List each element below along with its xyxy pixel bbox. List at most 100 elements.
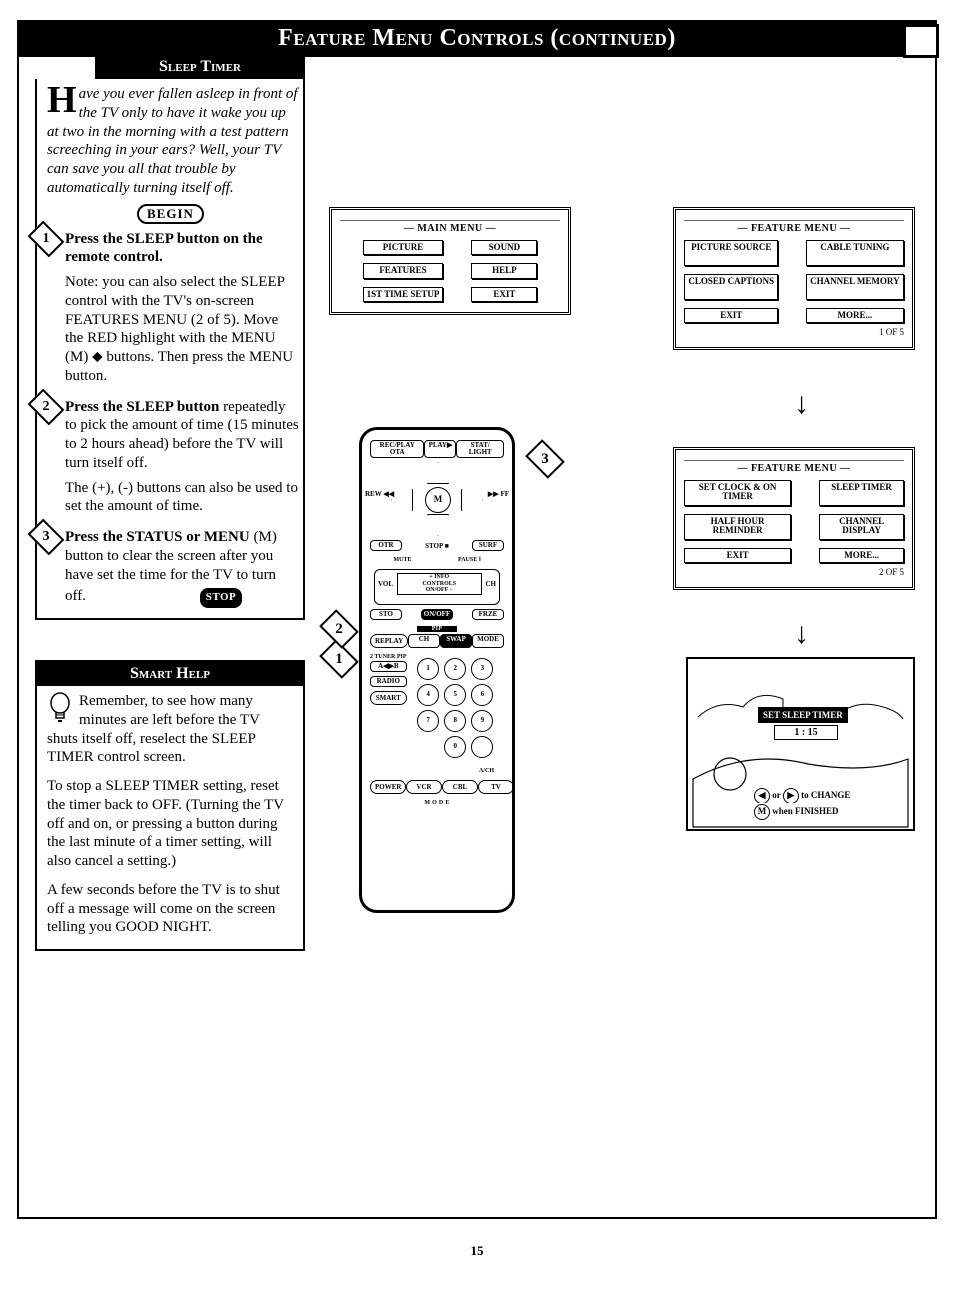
- right-column: — MAIN MENU — PICTURE FEATURES 1ST TIME …: [319, 57, 919, 1177]
- smart-help-p3: A few seconds before the TV is to shut o…: [47, 882, 280, 936]
- osd-btn-channel-memory: CHANNEL MEMORY: [806, 274, 903, 300]
- smart-help-p2: To stop a SLEEP TIMER setting, reset the…: [47, 778, 284, 869]
- rc-label-mute: MUTE: [393, 557, 411, 563]
- rc-dpad-right-icon: [461, 489, 483, 511]
- rc-label-rew: REW ◀◀: [365, 490, 394, 498]
- osd-btn-features: FEATURES: [363, 263, 444, 278]
- osd-btn-sleep-timer: SLEEP TIMER: [819, 480, 904, 506]
- osd-btn-picture-source: PICTURE SOURCE: [684, 240, 778, 266]
- instruction-box: Have you ever fallen asleep in front of …: [35, 79, 305, 620]
- rc-label-2tuner: 2 TUNER PIP: [370, 654, 407, 660]
- osd-footer-2of5: 2 OF 5: [684, 567, 904, 577]
- rc-num-8: 8: [444, 710, 466, 732]
- section-heading-sleep-timer: Sleep Timer: [95, 55, 305, 79]
- osd-main-menu-title: — MAIN MENU —: [340, 220, 560, 234]
- page-checkbox-icon: [903, 24, 939, 58]
- page-number: 15: [17, 1243, 937, 1259]
- rc-num-2: 2: [444, 658, 466, 680]
- rc-vol-ch-block: VOL + INFO CONTROLS ON/OFF − CH: [374, 569, 500, 605]
- rc-label-ch: CH: [486, 580, 497, 588]
- rc-info-bot: ON/OFF −: [398, 587, 480, 594]
- sleep-timer-graphic: SET SLEEP TIMER 1 : 15 ◀ or ▶ to CHANGE …: [686, 657, 915, 831]
- rc-info-top: + INFO: [398, 574, 480, 581]
- right-key-icon: ▶: [783, 788, 799, 804]
- osd-btn-channel-display: CHANNEL DISPLAY: [819, 514, 904, 540]
- osd-btn-picture: PICTURE: [363, 240, 444, 255]
- rc-dpad-up-icon: [427, 462, 449, 484]
- osd-feature-menu-2-title: — FEATURE MENU —: [684, 460, 904, 474]
- rc-btn-cbl: CBL: [442, 780, 478, 794]
- rc-num-6: 6: [471, 684, 493, 706]
- osd-btn-cable-tuning: CABLE TUNING: [806, 240, 903, 266]
- rc-btn-ach-circle: [471, 736, 493, 758]
- rc-dpad-menu: M: [425, 487, 451, 513]
- rc-btn-pip-onoff: ON/OFF: [421, 609, 453, 620]
- osd-btn-exit: EXIT: [684, 548, 791, 563]
- step-3: 3 Press the STATUS or MENU (M) button to…: [37, 526, 303, 618]
- rc-dpad-left-icon: [391, 489, 413, 511]
- osd-btn-exit: EXIT: [684, 308, 778, 323]
- step-number-icon: 1: [28, 220, 65, 257]
- rc-btn-tv: TV: [478, 780, 514, 794]
- rc-label-vol: VOL: [378, 580, 393, 588]
- left-key-icon: ◀: [754, 788, 770, 804]
- rc-btn-vcr: VCR: [406, 780, 442, 794]
- rc-num-7: 7: [417, 710, 439, 732]
- rc-label-pause: PAUSE ‖: [458, 557, 481, 563]
- step-3-lead: Press the STATUS or MENU: [65, 529, 250, 545]
- page-title-bar: Feature Menu Controls (continued): [17, 20, 937, 57]
- rc-btn-play: PLAY▶: [424, 440, 456, 458]
- sleep-graphic-hint-2: M when FINISHED: [748, 803, 845, 821]
- osd-feature-menu-1-title: — FEATURE MENU —: [684, 220, 904, 234]
- callout-2-icon: 2: [319, 609, 359, 649]
- left-column: Sleep Timer Have you ever fallen asleep …: [35, 57, 305, 1177]
- rc-dpad: REW ◀◀ ▶▶ FF M: [387, 464, 487, 534]
- osd-btn-set-clock: SET CLOCK & ON TIMER: [684, 480, 791, 506]
- begin-pill: BEGIN: [137, 204, 204, 224]
- step-1-note: Note: you can also select the SLEEP cont…: [65, 274, 293, 384]
- osd-btn-help: HELP: [471, 263, 537, 278]
- rc-btn-radio: RADIO: [370, 676, 407, 687]
- rc-btn-replay: REPLAY: [370, 634, 408, 648]
- intro-paragraph: Have you ever fallen asleep in front of …: [37, 79, 303, 202]
- step-2: 2 Press the SLEEP button repeatedly to p…: [37, 396, 303, 527]
- osd-btn-more: MORE...: [819, 548, 904, 563]
- smart-help-heading: Smart Help: [37, 662, 303, 686]
- osd-btn-closed-captions: CLOSED CAPTIONS: [684, 274, 778, 300]
- rc-btn-power: POWER: [370, 780, 406, 794]
- rc-label-pip: PIP: [417, 626, 457, 632]
- rc-btn-otr: OTR: [370, 540, 402, 551]
- rc-info-mid: CONTROLS: [398, 581, 480, 588]
- smart-help-p1: Remember, to see how many minutes are le…: [47, 693, 260, 765]
- osd-btn-sound: SOUND: [471, 240, 537, 255]
- osd-main-menu: — MAIN MENU — PICTURE FEATURES 1ST TIME …: [329, 207, 571, 315]
- sleep-graphic-time: 1 : 15: [774, 725, 838, 740]
- osd-btn-half-hour-reminder: HALF HOUR REMINDER: [684, 514, 791, 540]
- page-content: Sleep Timer Have you ever fallen asleep …: [17, 57, 937, 1219]
- rc-btn-ab: A◀▶B: [370, 661, 407, 672]
- rc-num-3: 3: [471, 658, 493, 680]
- step-2-lead: Press the SLEEP button: [65, 399, 219, 415]
- rc-btn-sto: STO: [370, 609, 402, 620]
- rc-dpad-down-icon: [427, 514, 449, 536]
- osd-btn-first-time-setup: 1ST TIME SETUP: [363, 287, 444, 302]
- rc-num-4: 4: [417, 684, 439, 706]
- osd-btn-more: MORE...: [806, 308, 903, 323]
- osd-btn-exit: EXIT: [471, 287, 537, 302]
- callout-3-icon: 3: [525, 439, 565, 479]
- dropcap: H: [47, 85, 79, 115]
- down-arrow-icon: ↓: [794, 387, 809, 421]
- rc-num-0: 0: [444, 736, 466, 758]
- rc-label-ach: A/CH: [370, 768, 494, 774]
- rc-num-1: 1: [417, 658, 439, 680]
- osd-feature-menu-2: — FEATURE MENU — SET CLOCK & ON TIMER HA…: [673, 447, 915, 590]
- rc-btn-status: STAT/ LIGHT: [456, 440, 504, 458]
- rc-label-stop: STOP ■: [425, 542, 449, 550]
- rc-label-ff: ▶▶ FF: [488, 490, 509, 498]
- rc-btn-pip-mode: MODE: [472, 634, 504, 648]
- stop-badge: STOP: [200, 588, 243, 608]
- intro-text: ave you ever fallen asleep in front of t…: [47, 86, 298, 196]
- rc-num-5: 5: [444, 684, 466, 706]
- step-1-lead: Press the SLEEP button on the remote con…: [65, 231, 263, 266]
- rc-num-9: 9: [471, 710, 493, 732]
